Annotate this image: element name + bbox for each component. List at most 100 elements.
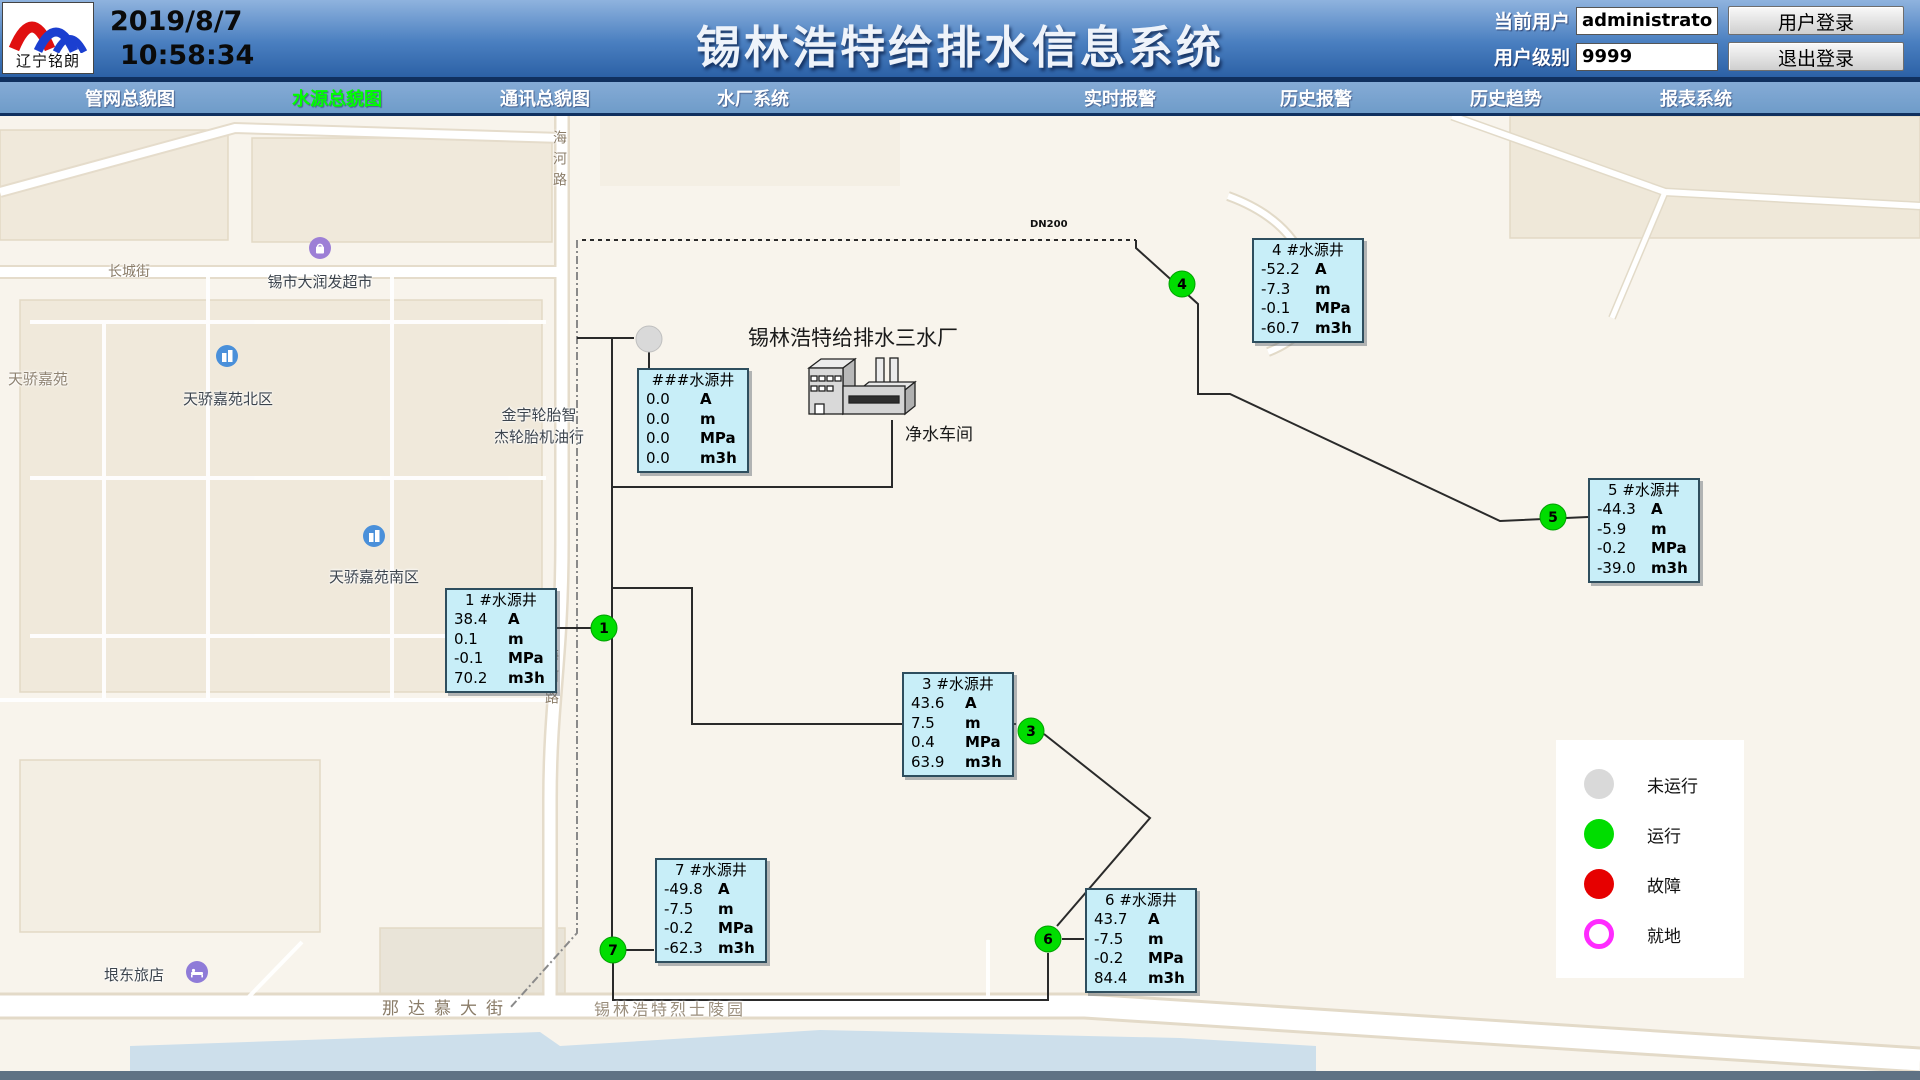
map-canvas[interactable]: 1 3 4 5 6 7 长城街 海河路 海河路 那达慕大街 锡林浩特烈士陵园 天… <box>0 0 1920 1080</box>
app-title: 锡林浩特给排水信息系统 <box>696 11 1224 76</box>
nav-item-report-system[interactable]: 报表系统 <box>1660 85 1732 111</box>
well-value: 38.4 <box>454 610 508 630</box>
hotel-icon <box>185 960 209 984</box>
well-value: -0.1 <box>1261 299 1315 319</box>
logout-button[interactable]: 退出登录 <box>1728 42 1904 71</box>
nav-item-history-alarm[interactable]: 历史报警 <box>1280 85 1352 111</box>
current-time: 10:58:34 <box>110 39 254 73</box>
well-value: -49.8 <box>664 880 718 900</box>
label-tianjiao-south: 天骄嘉苑南区 <box>329 566 419 587</box>
nav-item-water-source[interactable]: 水源总貌图 <box>292 85 382 111</box>
supermarket-icon <box>308 236 332 260</box>
running-status-icon <box>1583 818 1615 850</box>
well-value: 70.2 <box>454 669 508 689</box>
well-box-7[interactable]: 7 #水源井 -49.8A -7.5m -0.2MPa -62.3m3h <box>655 858 767 963</box>
well-unit: m3h <box>965 753 1002 773</box>
local-status-icon <box>1583 918 1615 950</box>
well-unit: m <box>1148 930 1164 950</box>
legend-label: 就地 <box>1647 922 1681 947</box>
well-circle-number: 7 <box>608 943 618 959</box>
factory-icon <box>809 358 915 414</box>
well-value: -0.2 <box>1597 539 1651 559</box>
user-level-input[interactable] <box>1576 43 1718 71</box>
well-unit: m <box>1315 280 1331 300</box>
well-value: -7.5 <box>1094 930 1148 950</box>
nav-item-plant-system[interactable]: 水厂系统 <box>717 85 789 111</box>
idle-status-icon <box>1583 768 1615 800</box>
fault-status-icon <box>1583 868 1615 900</box>
well-circle-number: 6 <box>1043 932 1053 948</box>
water-area <box>130 1030 1316 1074</box>
well-box-6[interactable]: 6 #水源井 43.7A -7.5m -0.2MPa 84.4m3h <box>1085 888 1197 993</box>
login-button[interactable]: 用户登录 <box>1728 6 1904 35</box>
well-value: -60.7 <box>1261 319 1315 339</box>
legend-item-local: 就地 <box>1556 909 1744 959</box>
status-legend: 未运行 运行 故障 就地 <box>1556 740 1744 978</box>
well-unit: m3h <box>1148 969 1185 989</box>
nav-item-realtime-alarm[interactable]: 实时报警 <box>1084 85 1156 111</box>
well-box-1[interactable]: 1 #水源井 38.4A 0.1m -0.1MPa 70.2m3h <box>445 588 557 693</box>
label-tianjiao-north: 天骄嘉苑北区 <box>183 388 273 409</box>
header-divider-bottom <box>0 113 1920 116</box>
well-title: 6 #水源井 <box>1087 891 1195 910</box>
well-value: -39.0 <box>1597 559 1651 579</box>
well-value: -7.3 <box>1261 280 1315 300</box>
well-value: 0.4 <box>911 733 965 753</box>
legend-item-running: 运行 <box>1556 809 1744 859</box>
well-title: 7 #水源井 <box>657 861 765 880</box>
datetime-display: 2019/8/7 10:58:34 <box>110 5 254 73</box>
well-box-3[interactable]: 3 #水源井 43.6A 7.5m 0.4MPa 63.9m3h <box>902 672 1014 777</box>
well-unit: m <box>965 714 981 734</box>
label-hotel: 垠东旅店 <box>104 964 164 985</box>
well-unit: m3h <box>700 449 737 469</box>
plant-title: 锡林浩特给排水三水厂 <box>748 322 958 352</box>
logo-text: 辽宁铭朗 <box>16 53 80 70</box>
well-unit: MPa <box>1315 299 1351 319</box>
workshop-label: 净水车间 <box>905 420 973 445</box>
well-box-idle[interactable]: ###水源井 0.0A 0.0m 0.0MPa 0.0m3h <box>637 368 749 473</box>
well-value: 0.1 <box>454 630 508 650</box>
well-value: 43.6 <box>911 694 965 714</box>
legend-item-fault: 故障 <box>1556 859 1744 909</box>
well-value: -5.9 <box>1597 520 1651 540</box>
nav-item-history-trend[interactable]: 历史趋势 <box>1470 85 1542 111</box>
well-unit: MPa <box>1651 539 1687 559</box>
legend-item-idle: 未运行 <box>1556 759 1744 809</box>
well-unit: MPa <box>508 649 544 669</box>
label-tianjiao-area: 天骄嘉苑 <box>8 368 68 389</box>
well-unit: m <box>700 410 716 430</box>
well-value: 0.0 <box>646 390 700 410</box>
well-unit: m <box>718 900 734 920</box>
well-value: 7.5 <box>911 714 965 734</box>
well-title: 4 #水源井 <box>1254 241 1362 260</box>
well-unit: A <box>1148 910 1160 930</box>
well-box-4[interactable]: 4 #水源井 -52.2A -7.3m -0.1MPa -60.7m3h <box>1252 238 1364 343</box>
well-value: -44.3 <box>1597 500 1651 520</box>
well-circle-idle[interactable] <box>636 326 662 352</box>
well-unit: m3h <box>1651 559 1688 579</box>
well-value: 84.4 <box>1094 969 1148 989</box>
legend-label: 故障 <box>1647 872 1681 897</box>
well-unit: A <box>965 694 977 714</box>
well-value: -62.3 <box>664 939 718 959</box>
well-unit: m3h <box>508 669 545 689</box>
well-unit: m3h <box>718 939 755 959</box>
nav-item-pipe-network[interactable]: 管网总貌图 <box>85 85 175 111</box>
street-label-nadamu: 那达慕大街 <box>382 994 512 1019</box>
pipe-diameter-label: DN200 <box>1030 219 1068 230</box>
well-unit: A <box>1315 260 1327 280</box>
residence-south-icon <box>362 524 386 548</box>
current-user-input[interactable] <box>1576 7 1718 35</box>
well-unit: A <box>700 390 712 410</box>
well-title: 5 #水源井 <box>1590 481 1698 500</box>
bottom-status-strip <box>0 1071 1920 1080</box>
well-value: 63.9 <box>911 753 965 773</box>
header-divider-top <box>0 77 1920 82</box>
well-unit: MPa <box>718 919 754 939</box>
well-unit: A <box>718 880 730 900</box>
nav-item-communication[interactable]: 通讯总貌图 <box>500 85 590 111</box>
well-unit: m <box>1651 520 1667 540</box>
well-value: -0.2 <box>1094 949 1148 969</box>
well-box-5[interactable]: 5 #水源井 -44.3A -5.9m -0.2MPa -39.0m3h <box>1588 478 1700 583</box>
well-unit: A <box>508 610 520 630</box>
